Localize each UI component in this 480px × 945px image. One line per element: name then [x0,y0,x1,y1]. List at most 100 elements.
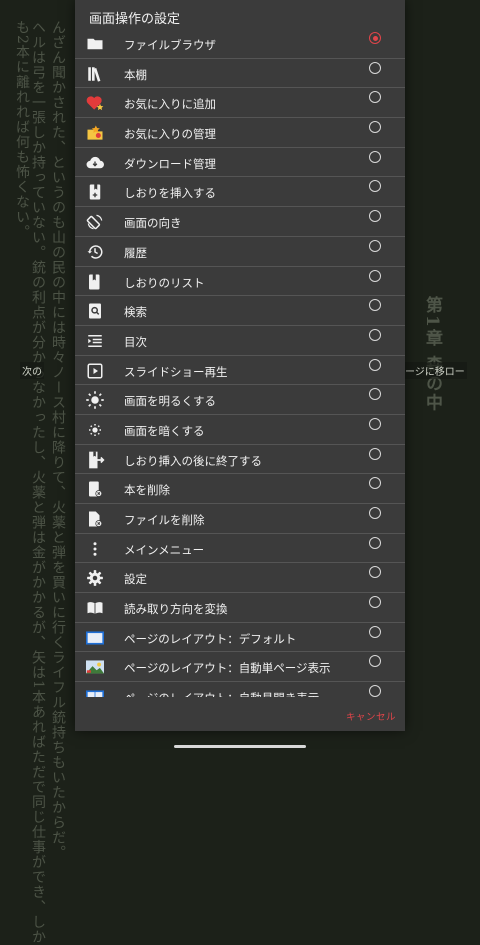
action-item-label: ファイルを削除 [124,515,205,527]
page-text-column: ヘルは弓を一張しか持っていない。銃の利点が分からなかったし、火薬と弾は金がかかる… [30,20,46,945]
radio-button[interactable] [369,685,381,697]
cloud-download-icon [85,153,105,173]
action-item[interactable]: 本を削除 [75,474,405,504]
action-item-label: 画面を暗くする [124,425,205,438]
action-item[interactable]: しおり挿入の後に終了する [75,445,405,475]
radio-button[interactable] [369,299,381,312]
action-item[interactable]: ファイルを削除 [75,504,405,534]
search-icon [85,301,105,321]
action-item-label: 読み取り方向を変換 [124,604,228,617]
radio-button[interactable] [369,625,381,638]
tap-zone-hint-left: 次の [20,362,44,379]
radio-button[interactable] [369,210,381,223]
action-item-label: 本を削除 [124,485,170,498]
action-item[interactable]: ファイルブラウザ [75,29,405,59]
bookmark-insert-icon [85,182,105,202]
radio-button[interactable] [369,655,381,668]
table-of-contents-icon [85,331,105,351]
radio-button[interactable] [369,91,381,104]
page-text-column: んざん聞かされた、というのも山の民の中には時々ノース村に降りて、火薬と弾を買いに… [50,20,66,860]
radio-button[interactable] [369,447,381,460]
more-vertical-icon [85,539,105,559]
radio-button[interactable] [369,507,381,519]
action-item-label: 目次 [124,336,147,349]
page-text-column: も2本に離れれば何も怖くない。 [14,20,30,240]
action-item[interactable]: 履歴 [75,237,405,267]
action-item[interactable]: お気に入りの管理 [75,118,405,148]
action-item[interactable]: 読み取り方向を変換 [75,593,405,623]
action-item-label: 検索 [124,307,147,320]
action-item[interactable]: ページのレイアウト：自動単ページ表示 [75,652,405,683]
action-item[interactable]: ページのレイアウト：デフォルト [75,623,405,653]
action-item[interactable]: 検索 [75,296,405,326]
action-list[interactable]: ファイルブラウザ 本棚お気に入りに追加 お気に入りの管理 ダウンロード管理 しおりを挿入… [75,29,405,697]
history-icon [85,242,105,262]
action-item-label: しおり挿入の後に終了する [124,455,262,468]
action-item-label: ファイルブラウザ [124,40,216,52]
action-item-label: しおりのリスト [124,277,205,290]
action-item-label: スライドショー再生 [124,366,228,379]
action-item-label: お気に入りに追加 [124,99,216,112]
screen-rotation-icon [85,212,105,232]
radio-button[interactable] [369,61,381,74]
gesture-nav-handle[interactable] [174,745,306,748]
radio-button[interactable] [369,121,381,134]
action-item[interactable]: 画面の向き [75,207,405,237]
radio-button[interactable] [369,239,381,252]
tap-zone-hint-right: ージに移ロー [403,362,467,379]
radio-button[interactable] [369,269,381,282]
brightness-down-icon [85,420,105,440]
action-item-label: 画面の向き [124,218,182,231]
radio-button[interactable] [369,477,381,490]
dialog-title: 画面操作の設定 [89,11,181,26]
reading-direction-icon [85,598,105,618]
radio-button[interactable] [369,388,381,401]
layout-default-icon [85,628,105,648]
action-item[interactable]: ページのレイアウト：自動見開き表示 [75,682,405,697]
bookmark-exit-icon [85,450,105,470]
action-item-label: お気に入りの管理 [124,129,216,142]
layout-single-icon [85,657,105,677]
action-item[interactable]: 設定 [75,563,405,594]
gear-icon [85,568,105,588]
radio-button[interactable] [369,566,381,579]
action-item-label: ダウンロード管理 [124,158,216,171]
cancel-button[interactable]: キャンセル [346,709,396,723]
radio-button[interactable] [369,180,381,193]
chapter-heading: 第1章 森の中 [422,296,442,413]
layout-spread-icon [85,687,105,697]
action-item[interactable]: 目次 [75,326,405,356]
radio-button[interactable] [369,596,381,609]
action-item-label: メインメニュー [124,544,205,557]
action-item[interactable]: お気に入りに追加 [75,88,405,119]
radio-button[interactable] [369,536,381,549]
radio-button[interactable] [369,328,381,341]
delete-file-icon [85,509,105,529]
action-item[interactable]: 画面を明るくする [75,385,405,415]
bookmark-list-icon [85,272,105,292]
radio-button[interactable] [369,358,381,371]
folder-icon [85,34,105,54]
action-item-label: 設定 [124,574,147,587]
action-item-label: ページのレイアウト：自動見開き表示 [124,690,319,697]
action-item[interactable]: しおりのリスト [75,267,405,297]
action-item-label: ページのレイアウト：自動単ページ表示 [124,663,331,676]
action-item[interactable]: 本棚 [75,59,405,89]
slideshow-icon [85,361,105,381]
action-item[interactable]: メインメニュー [75,534,405,564]
bookshelf-icon [85,64,105,84]
action-item-label: 画面を明るくする [124,396,216,409]
action-item[interactable]: ダウンロード管理 [75,148,405,178]
action-item-label: 本棚 [124,69,147,82]
action-item-label: しおりを挿入する [124,188,216,201]
favorite-add-icon [85,93,105,113]
action-item-label: ページのレイアウト：デフォルト [124,633,297,646]
action-item[interactable]: スライドショー再生 [75,356,405,386]
radio-button-selected[interactable] [369,32,381,44]
action-item[interactable]: 画面を暗くする [75,415,405,445]
radio-button[interactable] [369,150,381,163]
screen-action-dialog: 画面操作の設定 ファイルブラウザ 本棚お気に入りに追加 お気に入りの管理 ダウンロード… [75,0,405,731]
action-item[interactable]: しおりを挿入する [75,177,405,208]
radio-button[interactable] [369,417,381,430]
brightness-up-icon [85,390,105,410]
